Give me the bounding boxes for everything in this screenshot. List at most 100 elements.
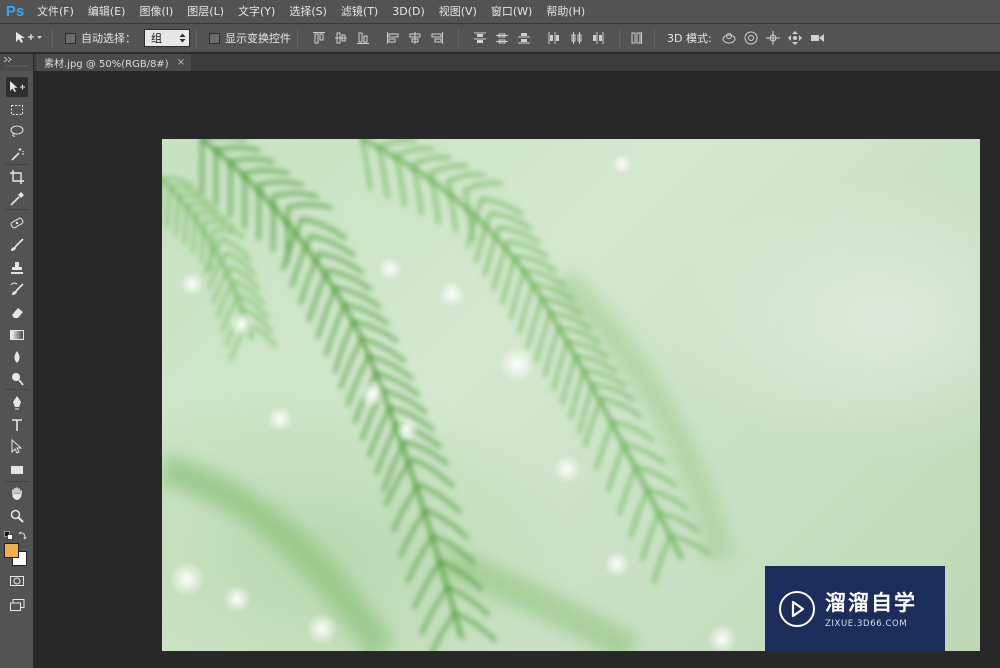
align-right-edges-icon[interactable] — [428, 29, 446, 47]
path-selection-icon[interactable] — [6, 437, 28, 457]
3d-pan-icon[interactable] — [763, 28, 783, 48]
menu-image[interactable]: 图像(I) — [132, 0, 180, 24]
distribute-left-icon[interactable] — [545, 29, 563, 47]
align-bottom-edges-icon[interactable] — [354, 29, 372, 47]
3d-rotate-icon[interactable] — [719, 28, 739, 48]
distribute-top-icon[interactable] — [471, 29, 489, 47]
align-vertical-centers-icon[interactable] — [332, 29, 350, 47]
play-logo-icon — [779, 591, 815, 627]
fern-leaflet — [506, 240, 549, 259]
eyedropper-icon[interactable] — [6, 189, 28, 209]
zoom-tool-icon[interactable] — [6, 506, 28, 526]
document-tab-label: 素材.jpg @ 50%(RGB/8#) — [44, 59, 169, 70]
menu-filter[interactable]: 滤镜(T) — [334, 0, 385, 24]
menu-help[interactable]: 帮助(H) — [539, 0, 592, 24]
marquee-tool-icon[interactable] — [6, 100, 28, 120]
distribute-vertical-centers-icon[interactable] — [493, 29, 511, 47]
fern-leaflet — [377, 139, 417, 150]
menu-window[interactable]: 窗口(W) — [484, 0, 539, 24]
auto-select-value: 组 — [151, 32, 162, 45]
distribute-bottom-icon[interactable] — [515, 29, 533, 47]
menu-file[interactable]: 文件(F) — [30, 0, 81, 24]
fern-leaflet — [543, 325, 561, 377]
tools-panel — [0, 71, 34, 668]
hand-tool-icon[interactable] — [6, 484, 28, 504]
auto-select-label: 自动选择： — [81, 32, 136, 45]
align-buttons — [304, 28, 648, 48]
fern-leaflet — [257, 180, 304, 187]
fern-leaflet — [191, 211, 198, 255]
align-top-edges-icon[interactable] — [310, 29, 328, 47]
auto-select-dropdown[interactable]: 组 — [144, 29, 190, 47]
3d-slide-icon[interactable] — [785, 28, 805, 48]
document-tab[interactable]: 素材.jpg @ 50%(RGB/8#) × — [36, 54, 192, 71]
distribute-right-icon[interactable] — [589, 29, 607, 47]
screen-mode-icon[interactable] — [6, 595, 28, 615]
separator — [297, 28, 298, 48]
3d-roll-icon[interactable] — [741, 28, 761, 48]
auto-align-layers-icon[interactable] — [628, 29, 646, 47]
zixue-watermark: 溜溜自学 ZIXUE.3D66.COM — [765, 566, 945, 652]
magic-wand-icon[interactable] — [6, 144, 28, 164]
fern-leaflet — [617, 465, 638, 516]
foreground-color-swatch[interactable] — [4, 543, 19, 558]
fern-leaflet — [534, 311, 553, 363]
gradient-tool-icon[interactable] — [6, 325, 28, 345]
pen-tool-icon[interactable] — [6, 393, 28, 413]
separator — [5, 164, 29, 165]
swap-colors-icon[interactable] — [18, 530, 28, 540]
fern-leaflet — [286, 203, 333, 210]
fern-leaflet — [594, 420, 616, 470]
fern-leaflet — [211, 228, 245, 239]
fern-leaflet — [194, 211, 228, 222]
lasso-tool-icon[interactable] — [6, 121, 28, 141]
distribute-horizontal-centers-icon[interactable] — [567, 29, 585, 47]
clone-stamp-icon[interactable] — [6, 258, 28, 278]
fern-leaflet — [569, 368, 587, 420]
menu-select[interactable]: 选择(S) — [282, 0, 334, 24]
type-tool-icon[interactable] — [6, 415, 28, 435]
fern-leaflet — [509, 268, 527, 320]
menu-view[interactable]: 视图(V) — [432, 0, 484, 24]
fern-leaflet — [203, 219, 237, 231]
auto-select-checkbox[interactable] — [65, 32, 76, 44]
quick-mask-icon[interactable] — [6, 571, 28, 591]
eraser-tool-icon[interactable] — [6, 302, 28, 322]
default-colors-icon[interactable] — [4, 531, 13, 540]
fern-leaflet — [652, 534, 673, 584]
menu-edit[interactable]: 编辑(E) — [81, 0, 133, 24]
blur-tool-icon[interactable] — [6, 347, 28, 367]
fern-leaflet — [640, 511, 661, 562]
show-transform-checkbox[interactable] — [209, 32, 220, 44]
crop-tool-icon[interactable] — [6, 167, 28, 187]
3d-scale-icon[interactable] — [807, 28, 827, 48]
watermark-url: ZIXUE.3D66.COM — [825, 618, 908, 629]
tools-panel-header[interactable] — [0, 54, 34, 71]
separator — [5, 389, 29, 390]
align-left-edges-icon[interactable] — [384, 29, 402, 47]
fern-leaflet — [500, 254, 518, 306]
brush-tool-icon[interactable] — [6, 235, 28, 255]
3d-mode-label: 3D 模式: — [667, 32, 712, 45]
fern-leaflet — [384, 457, 414, 507]
menu-3d[interactable]: 3D(D) — [385, 0, 432, 24]
fern-leaflet — [480, 197, 524, 216]
close-icon[interactable]: × — [177, 57, 185, 68]
fern-leaflet — [463, 181, 503, 193]
fern-leaflet — [165, 185, 173, 229]
history-brush-icon[interactable] — [6, 280, 28, 300]
healing-brush-icon[interactable] — [6, 213, 28, 233]
fern-leaflet — [428, 164, 469, 175]
dodge-tool-icon[interactable] — [6, 369, 28, 389]
collapse-arrows-icon — [3, 56, 28, 67]
fern-leaflet — [300, 217, 347, 240]
menu-layer[interactable]: 图层(L) — [180, 0, 231, 24]
move-tool-icon[interactable] — [6, 77, 28, 97]
menu-bar: Ps 文件(F) 编辑(E) 图像(I) 图层(L) 文字(Y) 选择(S) 滤… — [0, 0, 1000, 24]
menu-type[interactable]: 文字(Y) — [231, 0, 282, 24]
rectangle-tool-icon[interactable] — [6, 460, 28, 480]
fern-leaflet — [377, 145, 389, 199]
align-horizontal-centers-icon[interactable] — [406, 29, 424, 47]
tool-preset-picker[interactable] — [10, 27, 46, 49]
fern-leaflet — [271, 191, 318, 198]
